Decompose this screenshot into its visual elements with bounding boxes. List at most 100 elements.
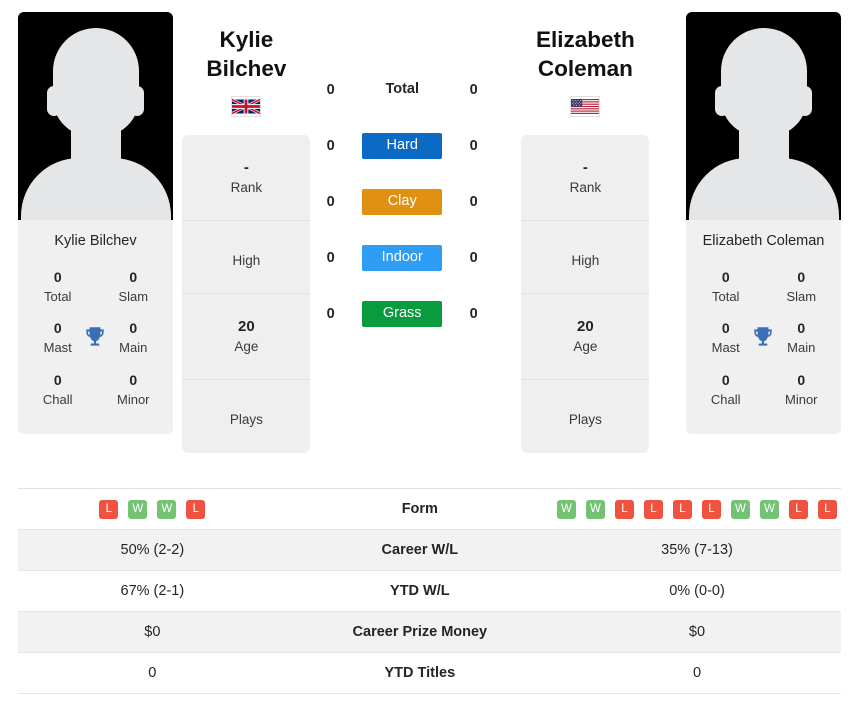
form-badge-win: W [157,499,177,519]
honour-label: Slam [118,288,149,304]
form-badge-win: W [128,499,148,519]
left-player-name: Kylie Bilchev [206,27,287,81]
detail-value: 20 [238,318,255,336]
avatar-ear-left-shape [715,86,729,116]
honour-value: 0 [721,268,730,285]
honour-label: Chall [710,392,741,408]
right-player-info: Elizabeth Coleman - Rank High 20 Age Pla… [485,12,686,453]
honour-mast: 0 Mast [702,318,749,358]
form-badge-win: W [730,499,750,519]
left-player-card: Kylie Bilchev 0 Total 0 Slam 0 Mast 0 Ma… [18,12,173,435]
detail-rank: - Rank [182,135,311,221]
honour-row: 0 Total 0 Slam [28,263,163,315]
right-player-avatar [686,12,841,220]
surface-row-total: 0 Total 0 [320,62,485,118]
honour-label: Chall [42,392,73,408]
table-row-ytd-titles: 0 YTD Titles 0 [18,652,841,694]
detail-plays: Plays [521,380,649,452]
left-form-badges: LWWL [18,499,287,519]
avatar-ear-left-shape [47,86,61,116]
detail-rank: - Rank [521,135,650,221]
honour-value: 0 [721,320,730,337]
right-player-honours: 0 Total 0 Slam 0 Mast 0 Main 0 Chall 0 M… [686,260,841,435]
detail-value [190,402,302,410]
form-badge-loss: L [672,499,692,519]
form-badge-loss: L [701,499,721,519]
us-flag-icon [570,95,601,117]
trophy-spacer [749,370,777,376]
surface-label-grass: Grass [362,300,443,328]
surface-row-clay: 0 Clay 0 [320,174,485,230]
avatar-head-shape [52,28,139,136]
detail-value: - [243,158,249,176]
trophy-spacer [81,267,109,273]
table-row-career-wl: 50% (2-2) Career W/L 35% (7-13) [18,529,841,571]
honour-label: Minor [117,392,150,408]
left-ytd-wl: 67% (2-1) [18,570,287,612]
right-ytd-titles: 0 [552,652,841,694]
honour-slam: 0 Slam [778,267,825,307]
form-badge-win: W [585,499,605,519]
stat-label-career-prize-money: Career Prize Money [286,611,553,653]
honour-value: 0 [53,372,62,389]
honour-value: 0 [129,268,138,285]
surface-row-indoor: 0 Indoor 0 [320,230,485,286]
honour-row: 0 Total 0 Slam [696,263,831,315]
honour-value: 0 [129,372,138,389]
honour-row: 0 Mast 0 Main [696,314,831,366]
honour-main: 0 Main [778,318,825,358]
table-row-career-prize-money: $0 Career Prize Money $0 [18,611,841,653]
right-ytd-wl: 0% (0-0) [552,570,841,612]
right-career-prize-money: $0 [552,611,841,653]
left-flag-wrap [179,84,314,117]
right-player-details-list: - Rank High 20 Age Plays [521,134,650,453]
honour-row: 0 Chall 0 Minor [28,366,163,418]
gb-flag-icon [231,95,262,117]
comparison-top-area: Kylie Bilchev 0 Total 0 Slam 0 Mast 0 Ma… [0,0,859,488]
honour-total: 0 Total [34,267,81,307]
honour-value: 0 [53,268,62,285]
detail-label: Rank [569,179,602,195]
surface-row-hard: 0 Hard 0 [320,118,485,174]
honour-mast: 0 Mast [34,318,81,358]
detail-high: High [521,221,650,295]
honour-value: 0 [797,320,806,337]
trophy-icon [749,318,777,350]
detail-value [190,243,302,251]
right-player-photo-caption: Elizabeth Coleman [686,220,841,261]
stat-label-ytd-titles: YTD Titles [286,652,553,694]
trophy-spacer [81,370,109,376]
honour-main: 0 Main [110,318,157,358]
honour-label: Total [43,288,72,304]
right-surface-count: 0 [469,250,478,266]
left-form-cell: LWWL [18,488,287,530]
surface-label-clay: Clay [362,188,443,216]
avatar-body-shape [20,158,171,220]
honour-label: Slam [786,288,817,304]
right-career-wl: 35% (7-13) [552,529,841,571]
surface-row-grass: 0 Grass 0 [320,286,485,342]
left-ytd-titles: 0 [18,652,287,694]
table-row-form: LWWL Form WWLLLLWWLL [18,488,841,530]
left-player-photo-caption: Kylie Bilchev [18,220,173,261]
detail-label: High [571,252,600,268]
head-to-head-stats-table: LWWL Form WWLLLLWWLL 50% (2-2) Career W/… [18,488,841,694]
detail-value: - [582,158,588,176]
surface-label-hard: Hard [362,132,443,160]
honour-chall: 0 Chall [702,370,749,410]
honour-slam: 0 Slam [110,267,157,307]
right-form-cell: WWLLLLWWLL [552,488,841,530]
left-career-wl: 50% (2-2) [18,529,287,571]
honour-chall: 0 Chall [34,370,81,410]
stat-label-form: Form [286,488,553,530]
right-player-photo-card: Elizabeth Coleman 0 Total 0 Slam 0 Mast … [686,12,841,435]
left-surface-count: 0 [326,82,335,98]
left-player-honours: 0 Total 0 Slam 0 Mast 0 Main 0 Chall 0 M… [18,260,173,435]
left-surface-count: 0 [326,250,335,266]
honour-label: Main [787,340,816,356]
honour-minor: 0 Minor [778,370,825,410]
honour-value: 0 [129,320,138,337]
right-player-name: Elizabeth Coleman [535,27,635,81]
avatar-ear-right-shape [130,86,144,116]
form-badge-loss: L [186,499,206,519]
